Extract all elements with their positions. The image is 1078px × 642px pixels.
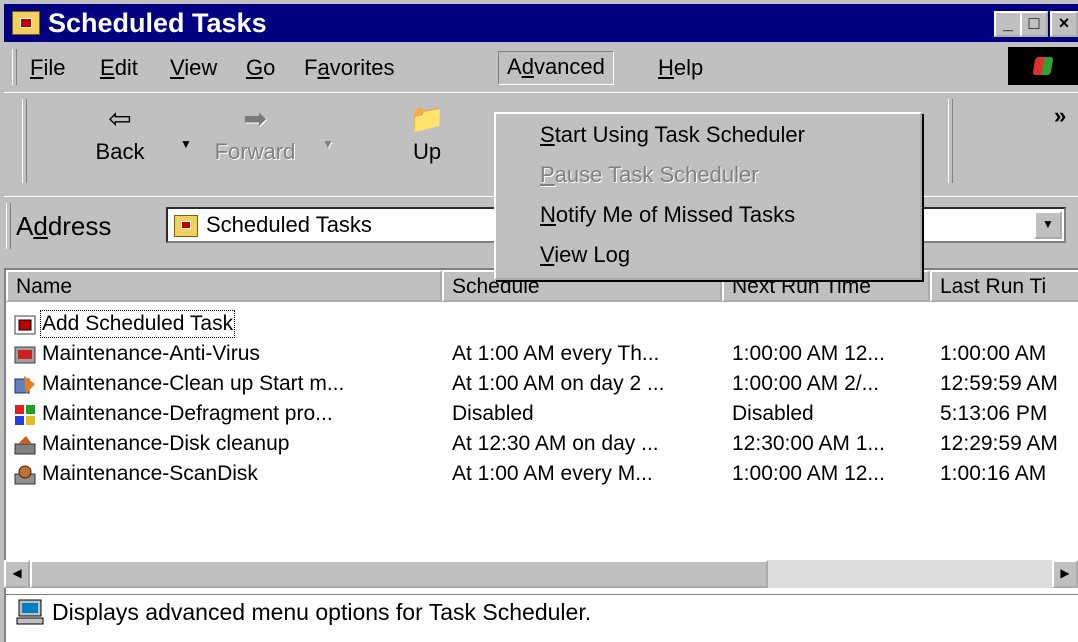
forward-button[interactable]: ➡ Forward xyxy=(200,105,310,165)
row-schedule: At 1:00 AM every Th... xyxy=(452,342,660,365)
toolbar-separator xyxy=(948,99,953,183)
toolbar-chevron-button[interactable]: » xyxy=(1054,103,1066,129)
column-header-last-run-time[interactable]: Last Run Ti xyxy=(930,270,1078,302)
cleanup-task-icon xyxy=(14,376,35,394)
column-header-name[interactable]: Name xyxy=(6,270,442,302)
row-schedule: At 1:00 AM every M... xyxy=(452,462,653,485)
menu-view[interactable]: View xyxy=(162,53,225,85)
scroll-thumb[interactable] xyxy=(30,560,768,588)
address-dropdown-button[interactable]: ▼ xyxy=(1034,211,1062,239)
row-last-run: 12:59:59 AM xyxy=(940,372,1058,395)
add-task-icon xyxy=(14,315,36,335)
table-row[interactable]: Maintenance-Disk cleanup At 12:30 AM on … xyxy=(6,430,1078,460)
addressbar-grip[interactable] xyxy=(6,203,11,249)
row-name: Maintenance-Disk cleanup xyxy=(42,432,290,455)
row-next-run: 1:00:00 AM 12... xyxy=(732,342,885,365)
row-next-run: 1:00:00 AM 12... xyxy=(732,462,885,485)
up-button[interactable]: 📁 Up xyxy=(392,105,462,165)
back-arrow-icon: ⇦ xyxy=(108,103,132,134)
back-button[interactable]: ⇦ Back xyxy=(70,105,170,165)
menubar-grip[interactable] xyxy=(12,49,17,85)
scheduled-tasks-folder-icon xyxy=(12,11,40,35)
scroll-left-button[interactable]: ◀ xyxy=(4,560,30,588)
row-name: Maintenance-ScanDisk xyxy=(42,462,258,485)
menu-item-pause-task-scheduler[interactable]: Pause Task Scheduler xyxy=(540,156,759,194)
address-value: Scheduled Tasks xyxy=(206,212,372,237)
scroll-right-button[interactable]: ▶ xyxy=(1052,560,1078,588)
menu-item-notify-missed-tasks[interactable]: Notify Me of Missed Tasks xyxy=(540,196,795,234)
table-row[interactable]: Maintenance-Anti-Virus At 1:00 AM every … xyxy=(6,340,1078,370)
disk-cleanup-task-icon xyxy=(14,436,36,455)
row-last-run: 12:29:59 AM xyxy=(940,432,1058,455)
table-row[interactable]: Maintenance-Defragment pro... Disabled D… xyxy=(6,400,1078,430)
back-label: Back xyxy=(95,139,145,164)
menu-help[interactable]: Help xyxy=(650,53,711,85)
close-button[interactable]: × xyxy=(1050,11,1078,37)
menu-edit[interactable]: Edit xyxy=(92,53,146,85)
row-schedule: Disabled xyxy=(452,402,534,425)
row-schedule: At 1:00 AM on day 2 ... xyxy=(452,372,665,395)
horizontal-scrollbar[interactable]: ◀ ▶ xyxy=(4,560,1078,588)
menu-go[interactable]: Go xyxy=(238,53,283,85)
menu-bar: File Edit View Go Favorites Advanced Hel… xyxy=(4,45,1078,89)
back-dropdown-icon[interactable]: ▼ xyxy=(180,137,192,151)
windows-logo-icon xyxy=(1008,47,1078,85)
table-row[interactable]: Add Scheduled Task xyxy=(6,310,1078,340)
forward-dropdown-icon[interactable]: ▼ xyxy=(322,137,334,151)
maximize-button[interactable]: □ xyxy=(1020,11,1048,37)
menu-item-start-using-task-scheduler[interactable]: Start Using Task Scheduler xyxy=(540,116,805,154)
status-text: Displays advanced menu options for Task … xyxy=(52,599,592,625)
title-bar[interactable]: Scheduled Tasks _ □ × xyxy=(4,4,1078,42)
menu-favorites[interactable]: Favorites xyxy=(296,53,403,85)
menu-item-view-log[interactable]: View Log xyxy=(540,236,630,274)
menu-advanced[interactable]: Advanced xyxy=(498,51,614,85)
forward-arrow-icon: ➡ xyxy=(243,103,267,134)
row-last-run: 1:00:00 AM xyxy=(940,342,1047,365)
scandisk-task-icon xyxy=(14,465,36,485)
row-name: Maintenance-Defragment pro... xyxy=(42,402,333,425)
row-next-run: 12:30:00 AM 1... xyxy=(732,432,885,455)
menu-file[interactable]: File xyxy=(22,53,73,85)
row-name: Maintenance-Anti-Virus xyxy=(42,342,260,365)
folder-icon xyxy=(174,215,198,237)
minimize-button[interactable]: _ xyxy=(994,11,1022,37)
computer-icon xyxy=(16,599,44,625)
defragment-task-icon xyxy=(15,405,35,425)
row-name: Maintenance-Clean up Start m... xyxy=(42,372,345,395)
up-label: Up xyxy=(412,139,442,164)
advanced-dropdown-menu: Start Using Task Scheduler Pause Task Sc… xyxy=(494,112,922,280)
status-bar: Displays advanced menu options for Task … xyxy=(4,594,1078,632)
row-last-run: 5:13:06 PM xyxy=(940,402,1048,425)
row-next-run: 1:00:00 AM 2/... xyxy=(732,372,880,395)
row-name: Add Scheduled Task xyxy=(39,310,236,338)
window-title: Scheduled Tasks xyxy=(48,8,267,38)
table-row[interactable]: Maintenance-ScanDisk At 1:00 AM every M.… xyxy=(6,460,1078,490)
table-row[interactable]: Maintenance-Clean up Start m... At 1:00 … xyxy=(6,370,1078,400)
row-schedule: At 12:30 AM on day ... xyxy=(452,432,659,455)
forward-label: Forward xyxy=(214,139,296,164)
row-last-run: 1:00:16 AM xyxy=(940,462,1047,485)
up-folder-icon: 📁 xyxy=(409,103,445,134)
address-label: Address xyxy=(16,211,112,241)
explorer-window: Scheduled Tasks _ □ × File Edit View Go … xyxy=(0,0,1078,642)
row-next-run: Disabled xyxy=(732,402,814,425)
anti-virus-task-icon xyxy=(14,346,36,364)
toolbar-grip[interactable] xyxy=(22,99,27,183)
